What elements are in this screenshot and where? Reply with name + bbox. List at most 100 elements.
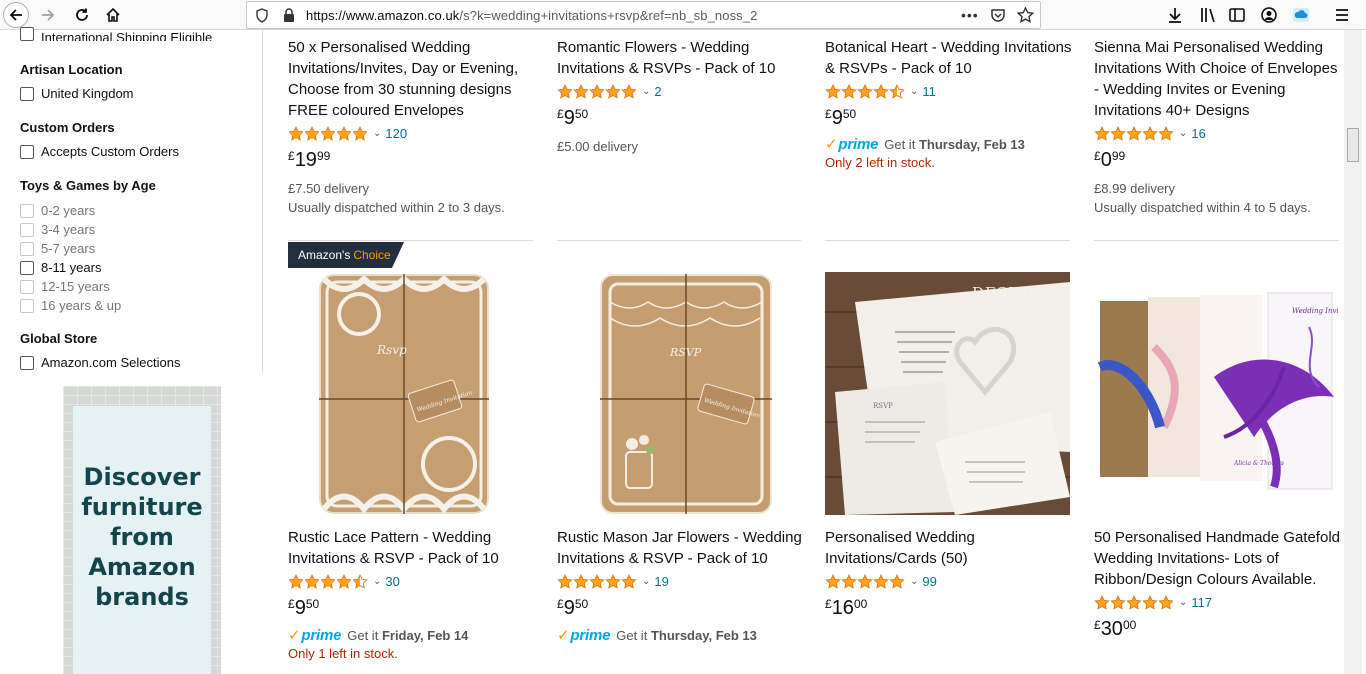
price-fraction: 50: [574, 597, 589, 611]
star-icon: [336, 573, 352, 589]
chevron-down-icon[interactable]: ⌄: [373, 128, 381, 139]
shield-icon[interactable]: [255, 8, 269, 23]
downloads-button[interactable]: [1163, 3, 1187, 27]
price[interactable]: £9 50: [825, 107, 1075, 129]
product-image-rustic-lace[interactable]: Rsvp Wedding Invitation: [319, 274, 489, 514]
star-rating[interactable]: [1094, 125, 1174, 141]
product-title-link[interactable]: Sienna Mai Personalised Wedding Invitati…: [1094, 37, 1344, 121]
sidebar-button[interactable]: [1225, 3, 1249, 27]
pocket-icon[interactable]: [990, 8, 1006, 23]
filter-heading-custom-orders: Custom Orders: [20, 120, 115, 135]
account-button[interactable]: [1257, 3, 1281, 27]
scrollbar-thumb[interactable]: [1347, 128, 1359, 162]
chevron-down-icon[interactable]: ⌄: [1179, 597, 1187, 608]
filter-amazon-com-selections[interactable]: Amazon.com Selections: [20, 355, 180, 370]
price[interactable]: £0 99: [1094, 149, 1344, 171]
review-count-link[interactable]: 117: [1191, 595, 1212, 610]
price[interactable]: £19 99: [288, 149, 538, 171]
prime-label: prime: [838, 135, 879, 153]
product-title-link[interactable]: 50 x Personalised Wedding Invitations/In…: [288, 37, 538, 121]
url-bar[interactable]: https://www.amazon.co.uk/s?k=wedding+inv…: [246, 1, 1041, 29]
star-icon: [605, 83, 621, 99]
page-scrollbar[interactable]: [1344, 30, 1362, 674]
chevron-down-icon[interactable]: ⌄: [642, 86, 650, 97]
filter-international-shipping[interactable]: International Shipping Eligible: [20, 27, 212, 41]
reload-button[interactable]: [70, 3, 94, 27]
price[interactable]: £9 50: [288, 597, 538, 619]
ad-panel: Discover furniture from Amazon brands: [73, 406, 211, 674]
checkbox[interactable]: [20, 86, 34, 101]
chevron-down-icon[interactable]: ⌄: [1179, 128, 1187, 139]
product-image-personalised-cards[interactable]: DESIGN 1 RSVP: [825, 272, 1070, 515]
chevron-down-icon[interactable]: ⌄: [373, 576, 381, 587]
price[interactable]: £30 00: [1094, 618, 1344, 640]
checkbox: [20, 279, 34, 294]
home-button[interactable]: [101, 3, 125, 27]
product-title-link[interactable]: Romantic Flowers - Wedding Invitations &…: [557, 37, 807, 79]
forward-button[interactable]: [36, 3, 60, 27]
star-rating[interactable]: [825, 83, 905, 99]
checkbox[interactable]: [20, 260, 34, 275]
star-rating[interactable]: [288, 573, 368, 589]
product-card: 50 Personalised Handmade Gatefold Weddin…: [1094, 527, 1344, 640]
review-count-link[interactable]: 120: [385, 126, 407, 141]
star-rating[interactable]: [825, 573, 905, 589]
star-rating[interactable]: [557, 83, 637, 99]
chevron-down-icon[interactable]: ⌄: [642, 576, 650, 587]
badge-highlight: Choice: [353, 248, 391, 262]
review-count-link[interactable]: 19: [654, 574, 668, 589]
bookmark-star-icon[interactable]: [1017, 7, 1034, 23]
chevron-down-icon[interactable]: ⌄: [910, 576, 918, 587]
filter-label: 0-2 years: [41, 203, 96, 218]
delivery-cost: £7.50 delivery: [288, 181, 369, 196]
rating-row: ⌄ 117: [1094, 593, 1344, 611]
product-title-link[interactable]: Rustic Lace Pattern - Wedding Invitation…: [288, 527, 538, 569]
star-rating[interactable]: [1094, 594, 1174, 610]
product-title-link[interactable]: Rustic Mason Jar Flowers - Wedding Invit…: [557, 527, 807, 569]
filter-age-0-2: 0-2 years: [20, 203, 95, 218]
ad-banner[interactable]: Discover furniture from Amazon brands: [63, 386, 221, 674]
product-title-link[interactable]: Personalised Wedding Invitations/Cards (…: [825, 527, 1075, 569]
filter-label: International Shipping Eligible: [41, 30, 213, 41]
product-image-rustic-mason-jar[interactable]: RSVP Wedding Invitation: [600, 274, 772, 514]
product-image-gatefold[interactable]: Wedding Invitation Alicia & Thomas: [1094, 287, 1338, 497]
checkbox[interactable]: [20, 27, 34, 41]
price[interactable]: £9 50: [557, 597, 807, 619]
star-icon: [352, 125, 368, 141]
price-whole: 9: [831, 107, 843, 129]
lock-icon[interactable]: [283, 8, 295, 22]
review-count-link[interactable]: 16: [1191, 126, 1205, 141]
product-title-link[interactable]: 50 Personalised Handmade Gatefold Weddin…: [1094, 527, 1344, 590]
amazons-choice-badge[interactable]: Amazon's Choice: [288, 242, 404, 268]
filter-age-8-11[interactable]: 8-11 years: [20, 260, 101, 275]
star-rating[interactable]: [557, 573, 637, 589]
chevron-down-icon[interactable]: ⌄: [910, 86, 918, 97]
download-icon: [1169, 8, 1181, 23]
price-fraction: 50: [842, 107, 857, 121]
checkbox[interactable]: [20, 355, 34, 370]
menu-button[interactable]: [1330, 3, 1354, 27]
price[interactable]: £16 00: [825, 597, 1075, 619]
product-title-link[interactable]: Botanical Heart - Wedding Invitations & …: [825, 37, 1075, 79]
ad-text: Discover furniture from Amazon brands: [81, 463, 203, 611]
prime-logo: ✓ prime: [557, 626, 610, 645]
star-icon: [857, 83, 873, 99]
back-button[interactable]: [3, 2, 29, 28]
extension-button[interactable]: [1289, 3, 1313, 27]
price-whole: 30: [1100, 618, 1123, 640]
checkbox[interactable]: [20, 144, 34, 159]
review-count-link[interactable]: 11: [922, 84, 936, 99]
filter-label: United Kingdom: [41, 86, 134, 101]
filter-united-kingdom[interactable]: United Kingdom: [20, 86, 134, 101]
url-text[interactable]: https://www.amazon.co.uk/s?k=wedding+inv…: [306, 8, 757, 23]
library-button[interactable]: [1196, 3, 1220, 27]
arrow-right-icon: [42, 9, 55, 21]
delivery-date: Friday, Feb 14: [381, 627, 469, 643]
price[interactable]: £9 50: [557, 107, 807, 129]
review-count-link[interactable]: 30: [385, 574, 399, 589]
review-count-link[interactable]: 99: [922, 574, 936, 589]
review-count-link[interactable]: 2: [654, 84, 661, 99]
star-rating[interactable]: [288, 125, 368, 141]
filter-accepts-custom-orders[interactable]: Accepts Custom Orders: [20, 144, 179, 159]
page-actions-menu[interactable]: •••: [961, 7, 979, 23]
